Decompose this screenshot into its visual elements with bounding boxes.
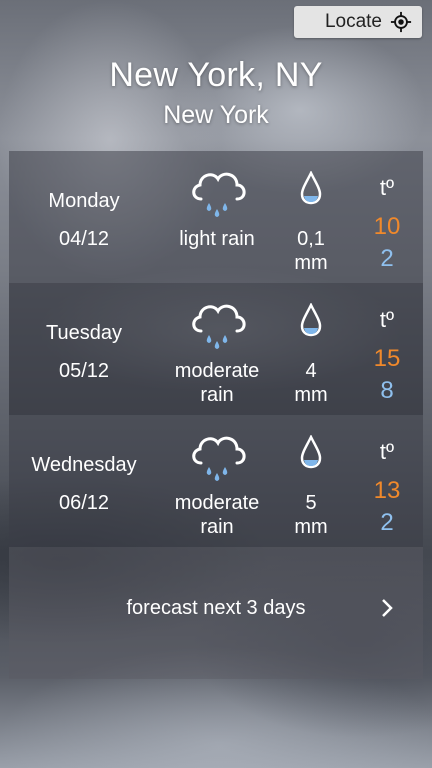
- temp-label: tº: [379, 175, 395, 200]
- day-date: 04/12: [58, 228, 110, 250]
- precip-unit: mm: [294, 516, 328, 538]
- condition-line-2: rain: [200, 516, 234, 538]
- locate-button[interactable]: Locate: [294, 6, 422, 38]
- forecast-next-label: forecast next 3 days: [126, 597, 306, 619]
- crosshair-location-icon: [390, 11, 412, 33]
- precip-unit: mm: [294, 384, 328, 406]
- raindrop-icon: [298, 434, 324, 469]
- temp-min: 8: [380, 377, 394, 404]
- locate-label: Locate: [324, 11, 382, 32]
- forecast-day-row[interactable]: Monday 04/12 light rain 0,1 mm tº 10 2: [9, 151, 423, 283]
- day-date: 05/12: [58, 360, 110, 382]
- rain-cloud-icon: [187, 165, 251, 219]
- day-name: Monday: [48, 190, 120, 212]
- precipitation: 5 mm: [281, 491, 341, 539]
- city-title: New York, NY: [109, 56, 323, 94]
- day-name: Wednesday: [31, 454, 137, 476]
- condition-line-2: rain: [200, 384, 234, 406]
- temp-min: 2: [380, 245, 394, 272]
- condition-line-1: moderate: [174, 360, 260, 382]
- forecast-next-button[interactable]: forecast next 3 days: [9, 547, 423, 679]
- raindrop-icon: [298, 302, 324, 337]
- precipitation: 4 mm: [281, 359, 341, 407]
- condition-line-1: moderate: [174, 492, 260, 514]
- condition-text: moderate rain: [159, 491, 275, 539]
- temp-max: 15: [373, 345, 401, 372]
- forecast-day-row[interactable]: Tuesday 05/12 moderate rain 4 mm tº 15 8: [9, 283, 423, 415]
- day-name: Tuesday: [46, 322, 122, 344]
- temp-max: 13: [373, 477, 401, 504]
- rain-cloud-icon: [187, 297, 251, 351]
- precip-unit: mm: [294, 252, 328, 274]
- chevron-right-icon: [382, 599, 393, 617]
- precip-value: 4: [305, 360, 317, 382]
- condition-text: light rain: [179, 228, 255, 250]
- precipitation: 0,1 mm: [281, 227, 341, 275]
- temp-min: 2: [380, 509, 394, 536]
- condition-text: moderate rain: [159, 359, 275, 407]
- rain-cloud-icon: [187, 429, 251, 483]
- raindrop-icon: [298, 170, 324, 205]
- temp-label: tº: [379, 439, 395, 464]
- precip-value: 0,1: [297, 228, 325, 250]
- state-subtitle: New York: [163, 101, 269, 129]
- forecast-list: Monday 04/12 light rain 0,1 mm tº 10 2 T…: [9, 151, 423, 679]
- precip-value: 5: [305, 492, 317, 514]
- temp-label: tº: [379, 307, 395, 332]
- day-date: 06/12: [58, 492, 110, 514]
- temp-max: 10: [373, 213, 401, 240]
- forecast-day-row[interactable]: Wednesday 06/12 moderate rain 5 mm tº 13: [9, 415, 423, 547]
